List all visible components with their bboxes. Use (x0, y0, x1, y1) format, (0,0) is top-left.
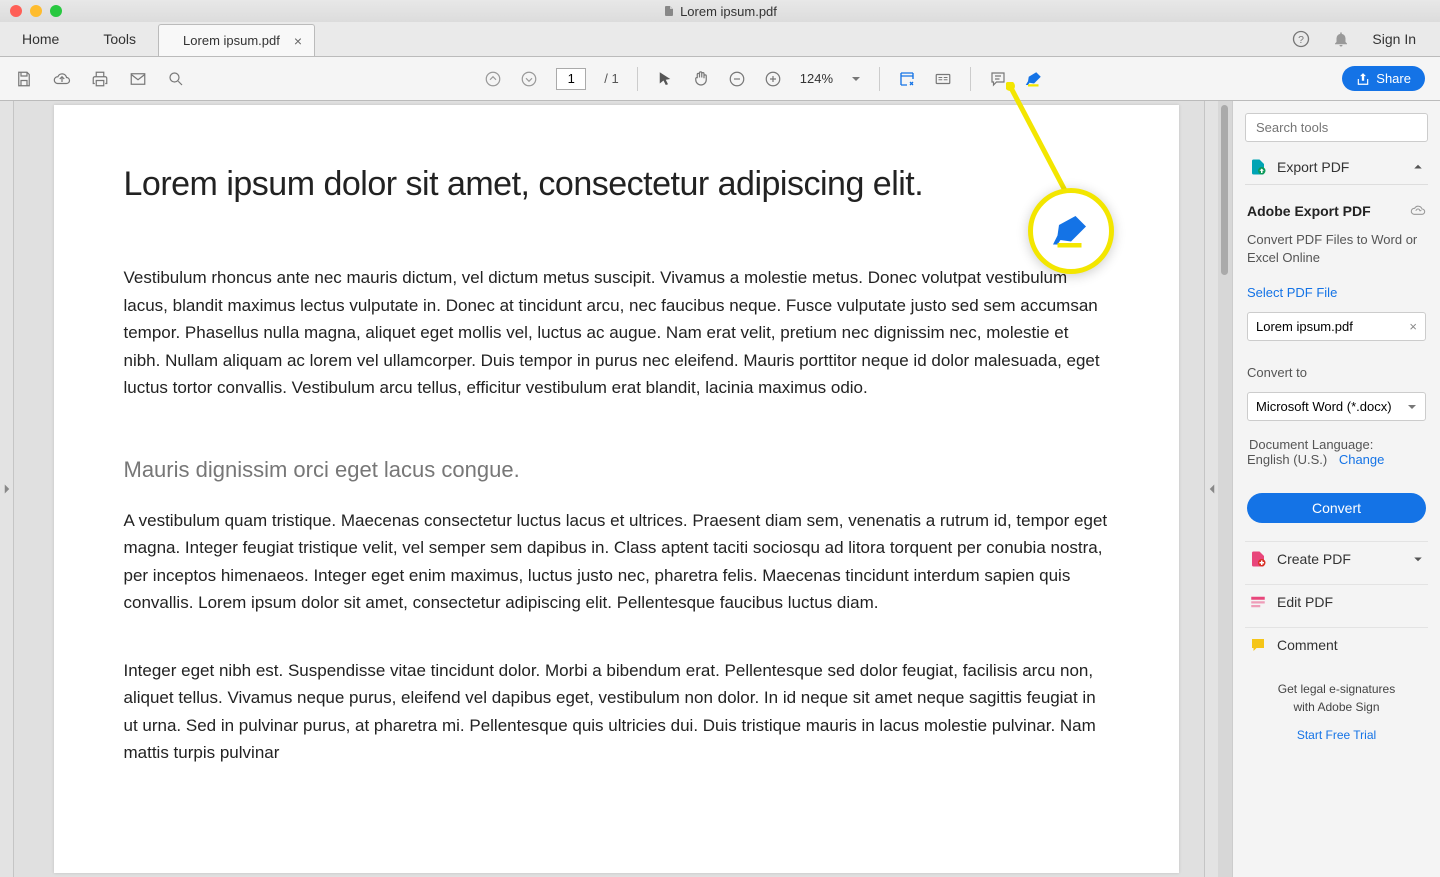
tools-tab[interactable]: Tools (81, 22, 158, 56)
chevron-down-icon (1407, 402, 1417, 412)
export-pdf-label: Export PDF (1277, 159, 1349, 175)
hand-tool-icon[interactable] (692, 70, 710, 88)
create-pdf-label: Create PDF (1277, 551, 1351, 567)
window-title-text: Lorem ipsum.pdf (680, 4, 777, 19)
share-button[interactable]: Share (1342, 66, 1425, 91)
page-number-input[interactable]: 1 (556, 68, 586, 90)
toolbar-separator (879, 67, 880, 91)
convert-to-select[interactable]: Microsoft Word (*.docx) (1247, 392, 1426, 421)
zoom-out-icon[interactable] (728, 70, 746, 88)
sign-in-link[interactable]: Sign In (1372, 31, 1416, 47)
cloud-upload-icon[interactable] (53, 70, 71, 88)
selected-pdf-file[interactable]: Lorem ipsum.pdf × (1247, 312, 1426, 341)
toolbar-separator (637, 67, 638, 91)
convert-to-label: Convert to (1245, 365, 1428, 380)
main-toolbar: 1 / 1 124% Share (0, 57, 1440, 101)
save-icon[interactable] (15, 70, 33, 88)
zoom-dropdown-icon[interactable] (851, 74, 861, 84)
fit-width-icon[interactable] (898, 70, 916, 88)
scrollbar-thumb[interactable] (1221, 105, 1228, 275)
edit-pdf-icon (1249, 593, 1267, 611)
doc-language-label: Document Language: (1247, 437, 1375, 452)
adobe-export-desc: Convert PDF Files to Word or Excel Onlin… (1245, 231, 1428, 267)
page-up-icon[interactable] (484, 70, 502, 88)
left-panel-handle[interactable] (0, 101, 14, 877)
page-down-icon[interactable] (520, 70, 538, 88)
select-pdf-file-link[interactable]: Select PDF File (1245, 285, 1428, 300)
toolbar-separator (970, 67, 971, 91)
zoom-value[interactable]: 124% (800, 71, 833, 86)
search-icon[interactable] (167, 70, 185, 88)
page-total-label: / 1 (604, 71, 618, 86)
notifications-icon[interactable] (1332, 30, 1350, 48)
highlight-tool-icon[interactable] (1025, 70, 1043, 88)
chevron-down-icon (1412, 553, 1424, 565)
right-tools-panel: Export PDF Adobe Export PDF Convert PDF … (1232, 101, 1440, 877)
edit-pdf-label: Edit PDF (1277, 594, 1333, 610)
pdf-file-icon (663, 4, 675, 18)
file-tab-label: Lorem ipsum.pdf (183, 33, 280, 48)
edit-pdf-tool[interactable]: Edit PDF (1245, 584, 1428, 619)
doc-subheading: Mauris dignissim orci eget lacus congue. (124, 457, 1109, 483)
window-title: Lorem ipsum.pdf (0, 4, 1440, 19)
cloud-sync-icon (1410, 203, 1426, 219)
doc-heading: Lorem ipsum dolor sit amet, consectetur … (124, 165, 1109, 204)
right-panel-handle[interactable] (1204, 101, 1218, 877)
comment-icon (1249, 636, 1267, 654)
start-free-trial-link[interactable]: Start Free Trial (1245, 726, 1428, 744)
app-tabrow: Home Tools Lorem ipsum.pdf × ? Sign In (0, 22, 1440, 57)
close-tab-icon[interactable]: × (294, 33, 302, 49)
main-area: Lorem ipsum dolor sit amet, consectetur … (0, 101, 1440, 877)
window-titlebar: Lorem ipsum.pdf (0, 0, 1440, 22)
comment-tool-icon[interactable] (989, 70, 1007, 88)
print-icon[interactable] (91, 70, 109, 88)
svg-text:?: ? (1298, 34, 1304, 46)
doc-paragraph: Integer eget nibh est. Suspendisse vitae… (124, 657, 1109, 767)
read-mode-icon[interactable] (934, 70, 952, 88)
change-language-link[interactable]: Change (1337, 452, 1387, 467)
create-pdf-tool[interactable]: Create PDF (1245, 541, 1428, 576)
chevron-up-icon (1412, 161, 1424, 173)
export-pdf-icon (1249, 158, 1267, 176)
selected-pdf-file-name: Lorem ipsum.pdf (1256, 319, 1353, 334)
convert-button[interactable]: Convert (1247, 493, 1426, 523)
doc-paragraph: Vestibulum rhoncus ante nec mauris dictu… (124, 264, 1109, 402)
convert-to-value: Microsoft Word (*.docx) (1256, 399, 1392, 414)
doc-paragraph: A vestibulum quam tristique. Maecenas co… (124, 507, 1109, 617)
comment-label: Comment (1277, 637, 1338, 653)
clear-selected-file-icon[interactable]: × (1409, 319, 1417, 334)
share-button-label: Share (1376, 71, 1411, 86)
doc-language-value: English (U.S.) (1247, 452, 1327, 467)
help-icon[interactable]: ? (1292, 30, 1310, 48)
search-tools-input[interactable] (1245, 113, 1428, 142)
zoom-in-icon[interactable] (764, 70, 782, 88)
home-tab[interactable]: Home (0, 22, 81, 56)
document-viewport[interactable]: Lorem ipsum dolor sit amet, consectetur … (0, 101, 1232, 877)
pdf-page: Lorem ipsum dolor sit amet, consectetur … (54, 105, 1179, 873)
file-tab[interactable]: Lorem ipsum.pdf × (158, 24, 315, 56)
export-pdf-section-header[interactable]: Export PDF (1245, 150, 1428, 185)
esign-promo: Get legal e-signatures with Adobe Sign S… (1245, 680, 1428, 744)
adobe-export-title: Adobe Export PDF (1245, 203, 1428, 219)
comment-tool[interactable]: Comment (1245, 627, 1428, 662)
vertical-scrollbar[interactable] (1217, 101, 1232, 877)
create-pdf-icon (1249, 550, 1267, 568)
select-tool-icon[interactable] (656, 70, 674, 88)
email-icon[interactable] (129, 70, 147, 88)
